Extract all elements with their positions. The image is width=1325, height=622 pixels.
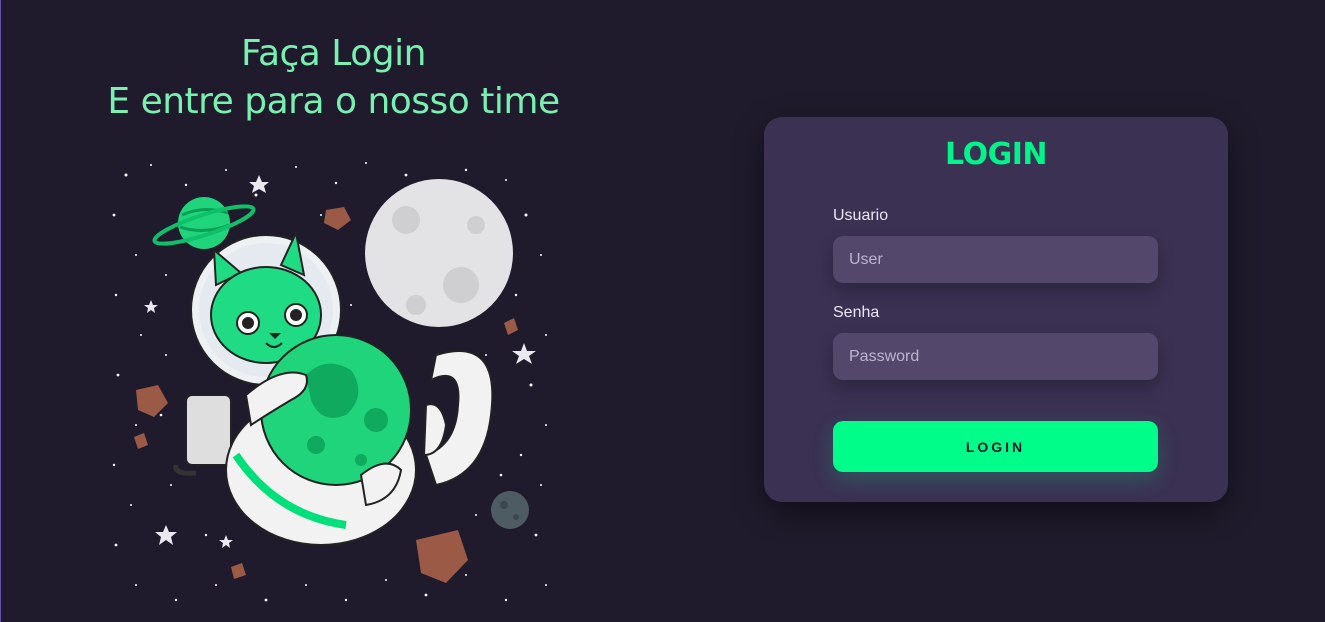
password-input[interactable] xyxy=(833,333,1158,380)
astronaut-cat-illustration xyxy=(112,162,547,602)
username-input[interactable] xyxy=(833,236,1158,283)
hero-headline: Faça Login E entre para o nosso time xyxy=(1,30,666,126)
login-title: LOGIN xyxy=(945,137,1047,172)
username-label: Usuario xyxy=(833,207,889,224)
moon-icon xyxy=(365,179,513,327)
hero-panel: Faça Login E entre para o nosso time xyxy=(1,0,666,622)
login-button[interactable]: LOGIN xyxy=(833,421,1158,472)
page: Faça Login E entre para o nosso time LOG… xyxy=(0,0,1325,622)
hero-headline-line1: Faça Login xyxy=(241,33,426,74)
small-planet-icon xyxy=(491,491,529,529)
hero-headline-line2: E entre para o nosso time xyxy=(107,81,560,122)
password-label: Senha xyxy=(833,304,880,321)
green-planet-icon xyxy=(260,334,412,486)
login-card: LOGIN Usuario Senha LOGIN xyxy=(764,117,1228,502)
